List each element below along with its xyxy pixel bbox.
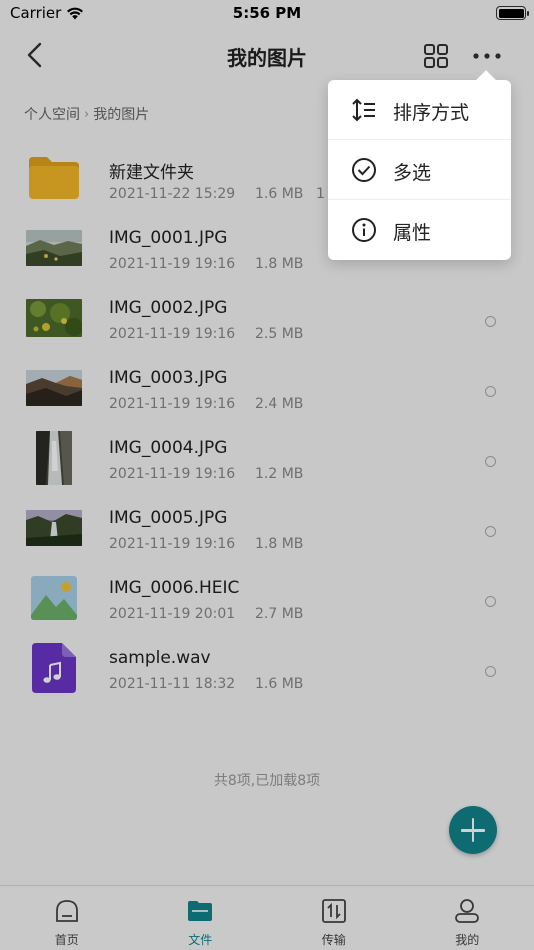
check-circle-icon bbox=[352, 158, 376, 182]
more-options-menu: 排序方式 多选 属性 bbox=[328, 80, 511, 260]
menu-item-multiselect[interactable]: 多选 bbox=[328, 140, 511, 200]
menu-item-label: 属性 bbox=[393, 222, 432, 244]
info-icon bbox=[352, 218, 376, 242]
menu-item-properties[interactable]: 属性 bbox=[328, 200, 511, 260]
sort-icon bbox=[352, 98, 375, 122]
menu-item-label: 多选 bbox=[393, 162, 432, 184]
menu-item-sort[interactable]: 排序方式 bbox=[328, 80, 511, 140]
menu-item-label: 排序方式 bbox=[393, 102, 470, 124]
